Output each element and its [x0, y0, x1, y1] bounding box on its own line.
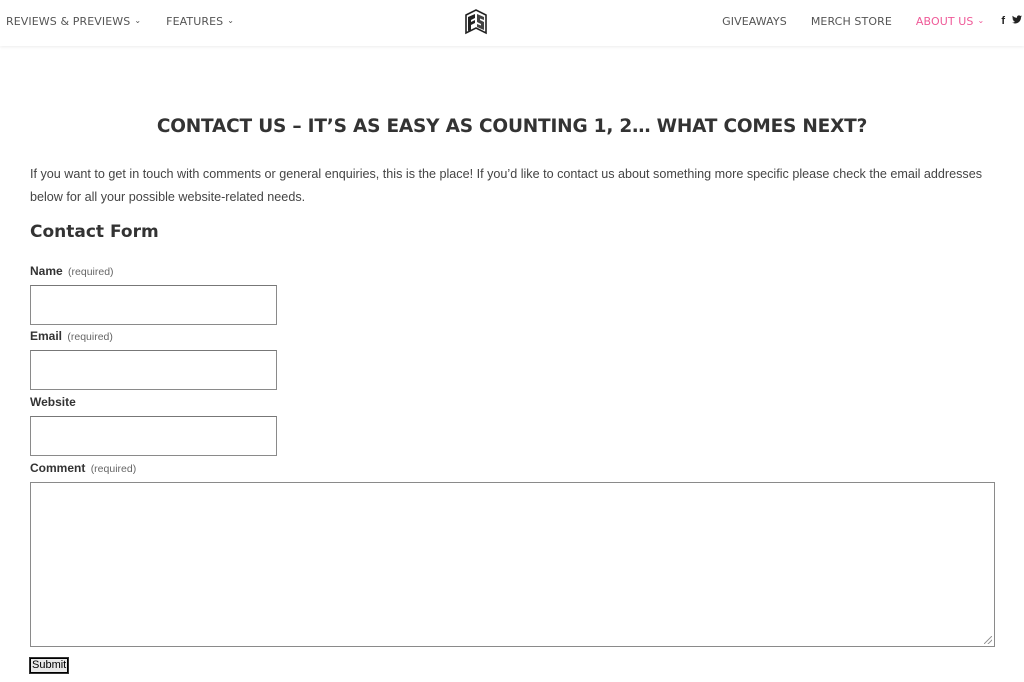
site-logo-icon	[465, 9, 487, 35]
social-links: f	[994, 15, 1022, 27]
facebook-icon[interactable]: f	[1001, 15, 1005, 27]
name-label: Name (required)	[30, 264, 114, 278]
email-label: Email (required)	[30, 329, 113, 343]
nav-label: MERCH STORE	[810, 14, 892, 28]
contact-form-title: Contact Form	[30, 222, 159, 242]
required-note: (required)	[68, 266, 114, 278]
nav-item-about-us[interactable]: ABOUT US ⌄	[916, 15, 984, 28]
nav-label: FEATURES	[166, 14, 224, 28]
nav-label: ABOUT US	[915, 14, 974, 28]
top-navigation-bar: REVIEWS & PREVIEWS ⌄ FEATURES ⌄ GIVEAWAY…	[0, 0, 1024, 46]
chevron-down-icon: ⌄	[134, 15, 142, 25]
primary-nav-left: REVIEWS & PREVIEWS ⌄ FEATURES ⌄	[6, 0, 259, 42]
nav-label: GIVEAWAYS	[722, 14, 787, 28]
nav-item-merch-store[interactable]: MERCH STORE	[811, 15, 892, 28]
website-label: Website	[30, 395, 76, 409]
twitter-icon[interactable]	[1012, 15, 1022, 27]
submit-button[interactable]: Submit	[28, 657, 70, 674]
primary-nav-right: GIVEAWAYS MERCH STORE ABOUT US ⌄ f	[698, 0, 1022, 42]
comment-label: Comment (required)	[30, 461, 137, 475]
name-input[interactable]	[30, 285, 277, 325]
email-input[interactable]	[30, 350, 277, 390]
intro-paragraph: If you want to get in touch with comment…	[30, 167, 983, 204]
comment-textarea[interactable]	[30, 482, 995, 647]
nav-item-features[interactable]: FEATURES ⌄	[166, 15, 234, 28]
nav-item-giveaways[interactable]: GIVEAWAYS	[722, 15, 787, 28]
page-title: CONTACT US – IT’S AS EASY AS COUNTING 1,…	[156, 116, 868, 137]
required-note: (required)	[67, 331, 113, 343]
chevron-down-icon: ⌄	[977, 15, 985, 25]
website-input[interactable]	[30, 416, 277, 456]
required-note: (required)	[90, 463, 137, 475]
chevron-down-icon: ⌄	[227, 15, 235, 25]
resize-handle-icon[interactable]	[984, 636, 992, 644]
nav-item-reviews-previews[interactable]: REVIEWS & PREVIEWS ⌄	[6, 15, 141, 28]
site-logo[interactable]	[464, 9, 488, 35]
nav-label: REVIEWS & PREVIEWS	[6, 14, 131, 28]
